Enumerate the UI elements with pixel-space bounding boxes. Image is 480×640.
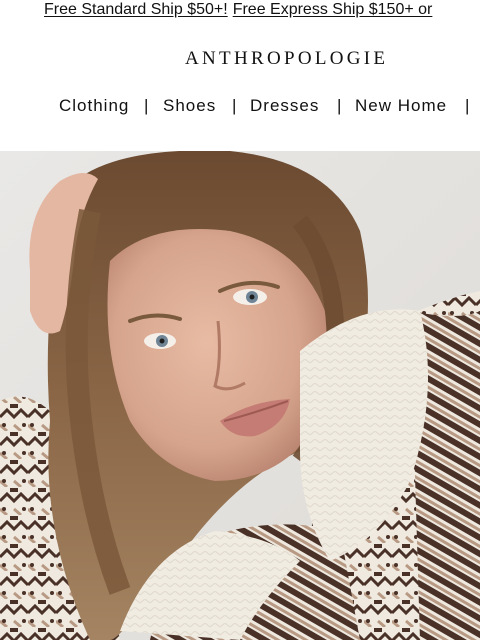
- standard-shipping-link[interactable]: Free Standard Ship $50+!: [44, 1, 228, 18]
- nav-separator: |: [337, 96, 343, 115]
- nav-separator: |: [232, 96, 238, 115]
- nav-item-new-home[interactable]: New Home: [355, 95, 447, 117]
- hero-photo: [0, 151, 480, 640]
- brand-logo-text: ANTHROPOLOGIE: [185, 48, 389, 69]
- nav-item-dresses[interactable]: Dresses: [250, 95, 319, 117]
- nav-item-clothing[interactable]: Clothing: [59, 95, 129, 117]
- nav-item-shoes[interactable]: Shoes: [163, 95, 216, 117]
- email-page: Free Standard Ship $50+! Free Express Shi…: [0, 0, 480, 640]
- express-shipping-link[interactable]: Free Express Ship $150+ or: [233, 1, 433, 18]
- nav-separator: |: [144, 96, 150, 115]
- promo-bar: Free Standard Ship $50+! Free Express Shi…: [0, 0, 480, 22]
- brand-logo[interactable]: ANTHROPOLOGIE: [0, 48, 480, 70]
- category-nav: Clothing | Shoes | Dresses | New Home |: [0, 95, 480, 119]
- nav-separator: |: [465, 96, 471, 115]
- hero-image[interactable]: [0, 151, 480, 640]
